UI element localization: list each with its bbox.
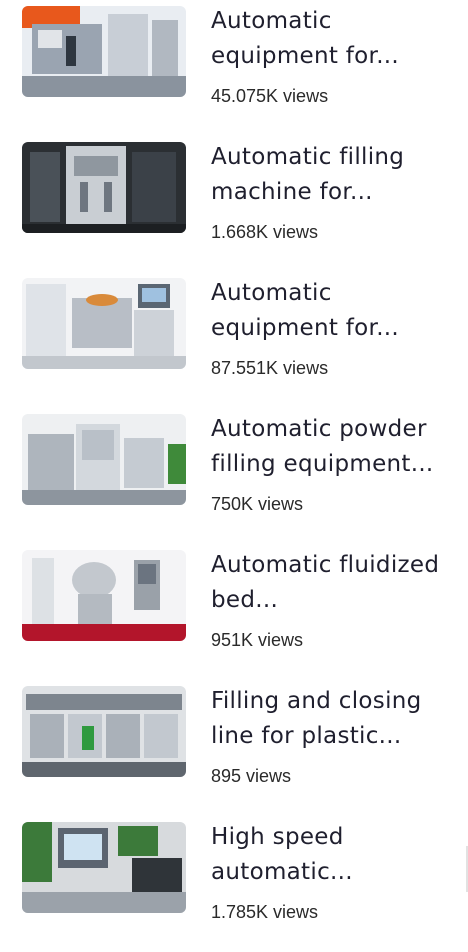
video-item[interactable]: Automatic fluidized bed... 951K views [0, 544, 468, 680]
video-item[interactable]: Filling and closing line for plastic... … [0, 680, 468, 816]
view-count: 951K views [211, 630, 304, 650]
view-count: 45.075K views [211, 86, 329, 106]
video-thumbnail[interactable] [22, 6, 186, 97]
video-list: Automatic equipment for... 45.075K views… [0, 0, 468, 925]
video-thumbnail[interactable] [22, 822, 186, 913]
video-thumbnail[interactable] [22, 686, 186, 777]
view-count: 895 views [211, 766, 292, 786]
video-thumbnail[interactable] [22, 278, 186, 369]
video-thumbnail[interactable] [22, 414, 186, 505]
machine-thumbnail-icon [22, 142, 186, 233]
video-title[interactable]: Automatic filling machine for... [211, 140, 459, 210]
machine-thumbnail-icon [22, 414, 186, 505]
view-count: 750K views [211, 494, 304, 514]
machine-thumbnail-icon [22, 822, 186, 913]
machine-thumbnail-icon [22, 550, 186, 641]
video-item[interactable]: Automatic equipment for... 87.551K views [0, 272, 468, 408]
video-title[interactable]: Automatic equipment for... [211, 276, 459, 346]
video-title[interactable]: High speed automatic... [211, 820, 459, 890]
video-title[interactable]: Automatic equipment for... [211, 4, 459, 74]
video-title[interactable]: Automatic fluidized bed... [211, 548, 459, 618]
video-title[interactable]: Automatic powder filling equipment... [211, 412, 459, 482]
video-item[interactable]: Automatic equipment for... 45.075K views [0, 0, 468, 136]
machine-thumbnail-icon [22, 686, 186, 777]
video-thumbnail[interactable] [22, 550, 186, 641]
video-item[interactable]: High speed automatic... 1.785K views [0, 816, 468, 952]
video-item[interactable]: Automatic powder filling equipment... 75… [0, 408, 468, 544]
machine-thumbnail-icon [22, 278, 186, 369]
video-thumbnail[interactable] [22, 142, 186, 233]
video-title[interactable]: Filling and closing line for plastic... [211, 684, 459, 754]
view-count: 87.551K views [211, 358, 329, 378]
view-count: 1.668K views [211, 222, 319, 242]
view-count: 1.785K views [211, 902, 319, 922]
video-item[interactable]: Automatic filling machine for... 1.668K … [0, 136, 468, 272]
machine-thumbnail-icon [22, 6, 186, 97]
